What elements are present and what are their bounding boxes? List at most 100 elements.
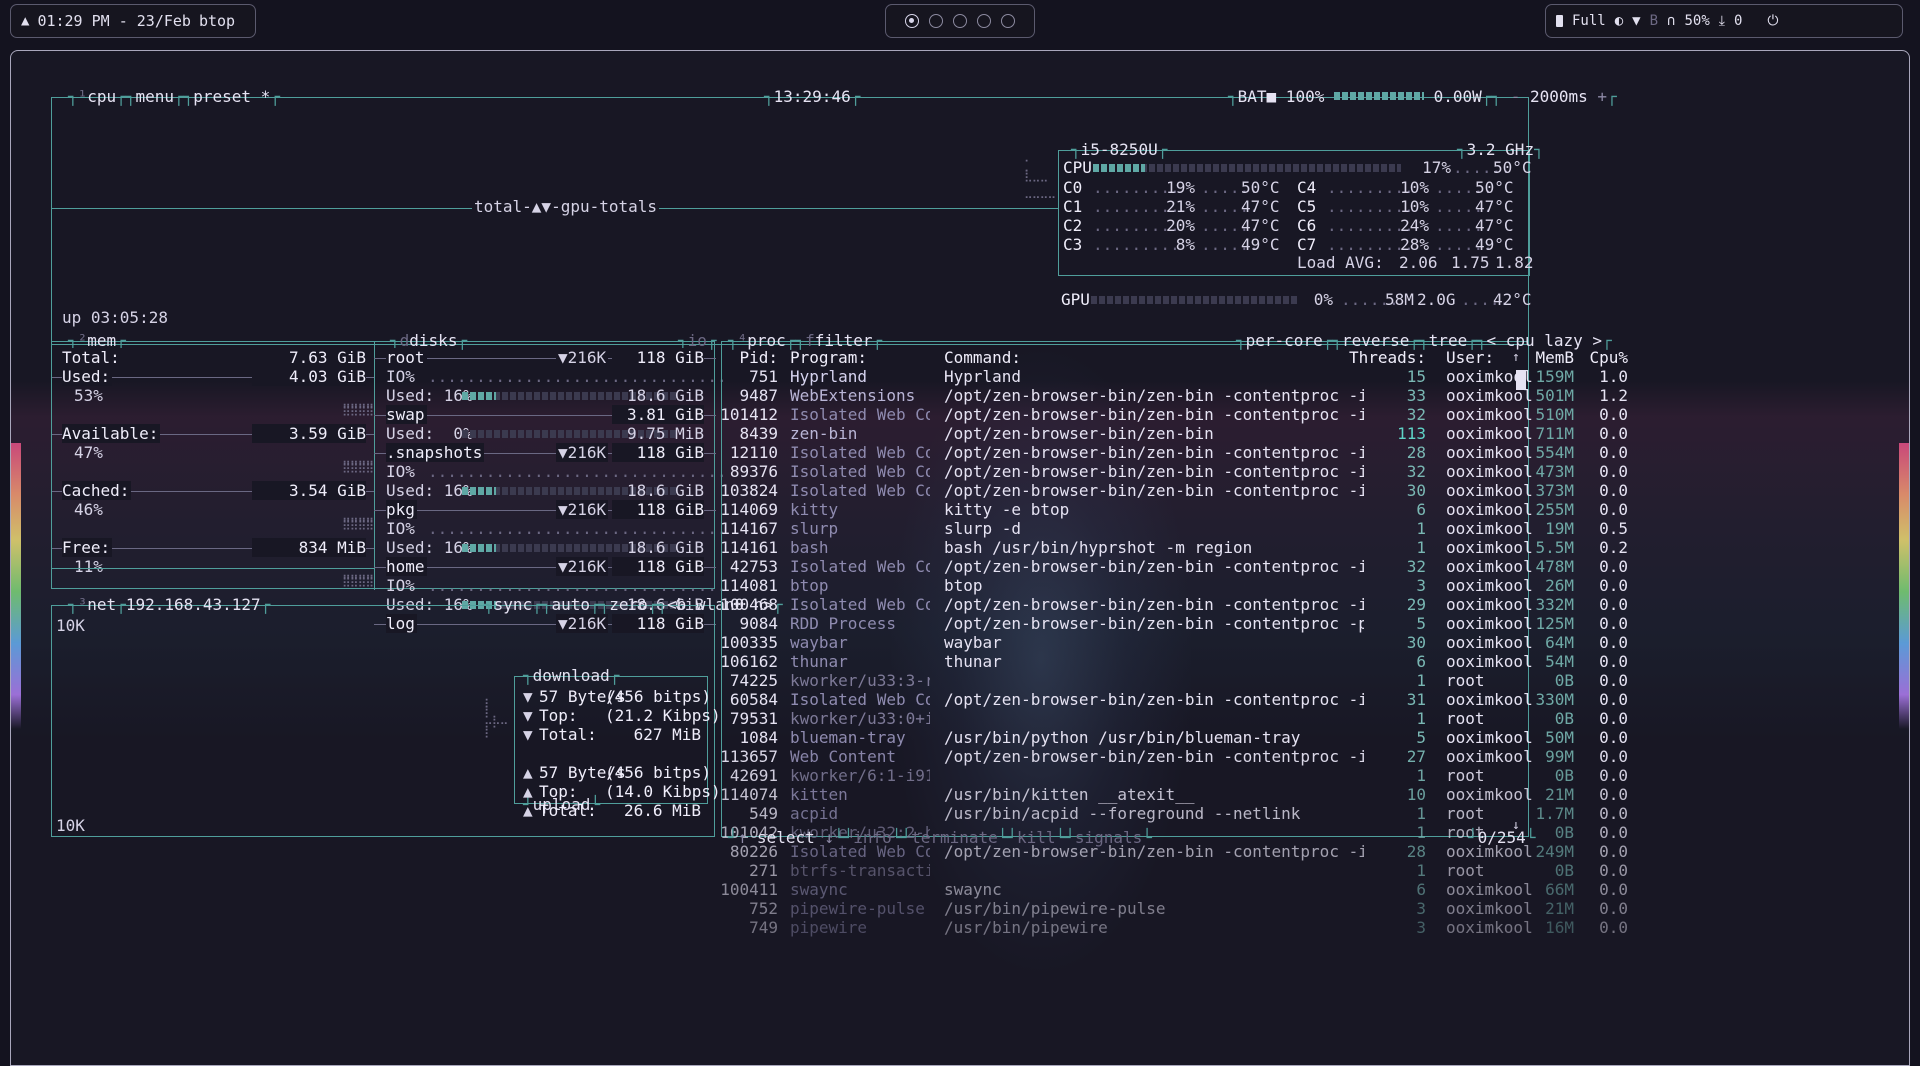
proc-row[interactable]: 12110 Isolated Web Co/opt/zen-browser-bin… bbox=[722, 443, 1628, 462]
scroll-up-icon[interactable]: ↑ bbox=[1512, 350, 1520, 365]
proc-row[interactable]: 103824 Isolated Web Co/opt/zen-browser-bi… bbox=[720, 481, 1628, 500]
disk-name[interactable]: home bbox=[386, 557, 427, 576]
gpu-mem-total: 2.0G bbox=[1417, 290, 1456, 309]
proc-cell: 159M bbox=[1535, 367, 1574, 386]
uptime: up 03:05:28 bbox=[62, 308, 168, 327]
brightness-icon[interactable]: ◐ bbox=[1615, 13, 1623, 29]
net-opt-zero[interactable]: zero bbox=[609, 595, 648, 614]
disk-speed: ▼216K bbox=[556, 500, 609, 519]
proc-cell: ooximkool bbox=[1446, 785, 1533, 804]
workspace-5[interactable] bbox=[1001, 14, 1015, 28]
proc-row[interactable]: 752 pipewire-pulse/usr/bin/pipewire-pulse… bbox=[722, 899, 1628, 918]
workspace-4[interactable] bbox=[977, 14, 991, 28]
proc-row[interactable]: 100468 Isolated Web Co/opt/zen-browser-bi… bbox=[720, 595, 1628, 614]
proc-signals[interactable]: signals bbox=[1075, 828, 1142, 847]
proc-cell: waybar bbox=[790, 633, 848, 652]
proc-row[interactable]: 114074 kitten/usr/bin/kitten __atexit__ 10… bbox=[720, 785, 1628, 804]
proc-cell: 54M bbox=[1545, 652, 1574, 671]
arch-logo-icon[interactable]: ▲ bbox=[21, 13, 29, 29]
core-pct: 28% bbox=[1400, 235, 1429, 254]
proc-col-header[interactable]: Command: bbox=[944, 348, 1364, 367]
proc-kill[interactable]: kill bbox=[1017, 828, 1056, 847]
proc-row[interactable]: 106162 thunar thunar 6 ooximkool 54M 0.0 bbox=[720, 652, 1628, 671]
tab-menu[interactable]: menu bbox=[135, 87, 174, 106]
disk-name[interactable]: root bbox=[386, 348, 427, 367]
proc-select[interactable]: select bbox=[757, 828, 815, 847]
proc-row[interactable]: 42753 Isolated Web Co/opt/zen-browser-bin… bbox=[722, 557, 1628, 576]
proc-row[interactable]: 271 btrfs-transactio 1 root 0B 0.0 bbox=[722, 861, 1628, 880]
core-label: C7 bbox=[1297, 235, 1317, 254]
wallpaper-rainbow-right bbox=[1899, 443, 1909, 729]
proc-cell: 0B bbox=[1554, 671, 1574, 690]
net-stat-value: (14.0 Kibps) bbox=[605, 782, 721, 801]
volume-text[interactable]: 50% bbox=[1684, 13, 1709, 29]
bluetooth-icon[interactable]: B bbox=[1650, 13, 1658, 29]
net-stat-value: (21.2 Kibps) bbox=[605, 706, 721, 725]
proc-cell: 10 bbox=[1406, 785, 1426, 804]
power-icon[interactable]: ⏻ bbox=[1767, 13, 1778, 29]
workspace-switcher bbox=[885, 4, 1035, 38]
tab-cpu[interactable]: cpu bbox=[87, 87, 116, 106]
net-title[interactable]: net bbox=[87, 595, 116, 614]
disk-name[interactable]: .snapshots bbox=[386, 443, 485, 462]
proc-cell: root bbox=[1446, 709, 1485, 728]
wifi-icon[interactable]: ▼ bbox=[1632, 13, 1640, 29]
proc-row[interactable]: 751 Hyprland Hyprland 15 ooximkool 159M 1.0 bbox=[722, 367, 1628, 386]
proc-cell: root bbox=[1446, 671, 1485, 690]
proc-row[interactable]: 114081 btop btop 3 ooximkool 26M 0.0 bbox=[720, 576, 1628, 595]
proc-col-header[interactable]: User: bbox=[1446, 348, 1536, 367]
proc-cell: 549 bbox=[749, 804, 778, 823]
proc-row[interactable]: 100411 swaync swaync 6 ooximkool 66M 0.0 bbox=[720, 880, 1628, 899]
proc-terminate[interactable]: terminate bbox=[911, 828, 998, 847]
proc-col-header[interactable]: Cpu% bbox=[1580, 348, 1628, 367]
proc-cell: 0.0 bbox=[1599, 747, 1628, 766]
update-interval[interactable]: 2000ms bbox=[1530, 87, 1588, 106]
proc-row[interactable]: 9487 WebExtensions/opt/zen-browser-bin/ze… bbox=[722, 386, 1628, 405]
proc-row[interactable]: 8439 zen-bin/opt/zen-browser-bin/zen-bin 1… bbox=[722, 424, 1628, 443]
proc-info[interactable]: info bbox=[853, 828, 892, 847]
proc-cell: swaync bbox=[790, 880, 848, 899]
net-stat-value: 26.6 MiB bbox=[623, 801, 701, 820]
proc-cell: 1 bbox=[1416, 671, 1426, 690]
proc-row[interactable]: 60584 Isolated Web Co/opt/zen-browser-bin… bbox=[722, 690, 1628, 709]
proc-col-header[interactable]: Pid: bbox=[718, 348, 778, 367]
disk-speed: ▼216K bbox=[556, 443, 609, 462]
headphones-icon[interactable]: ∩ bbox=[1667, 13, 1675, 29]
proc-row[interactable]: 89376 Isolated Web Co/opt/zen-browser-bin… bbox=[722, 462, 1628, 481]
net-opt-auto[interactable]: auto bbox=[551, 595, 590, 614]
proc-row[interactable]: 749 pipewire/usr/bin/pipewire 3 ooximkool 16… bbox=[722, 918, 1628, 937]
proc-row[interactable]: 114069 kitty kitty -e btop 6 ooximkool 255M 0.… bbox=[720, 500, 1628, 519]
proc-row[interactable]: 549 acpid/usr/bin/acpid --foreground --ne… bbox=[722, 804, 1628, 823]
proc-row[interactable]: 113657 Web Content/opt/zen-browser-bin/ze… bbox=[720, 747, 1628, 766]
proc-row[interactable]: 42691 kworker/6:1-i915 1 root 0B 0.0 bbox=[722, 766, 1628, 785]
power-profile[interactable]: Full bbox=[1572, 13, 1606, 29]
proc-row[interactable]: 1084 blueman-tray/usr/bin/python /usr/bin… bbox=[722, 728, 1628, 747]
tab-preset[interactable]: preset * bbox=[193, 87, 270, 106]
proc-row[interactable]: 100335 waybar waybar 30 ooximkool 64M 0.0 bbox=[720, 633, 1628, 652]
proc-row[interactable]: 101412 Isolated Web Co/opt/zen-browser-bi… bbox=[720, 405, 1628, 424]
proc-row[interactable]: 114167 slurp slurp -d 1 ooximkool 19M 0.5 bbox=[720, 519, 1628, 538]
proc-col-header[interactable]: Threads: bbox=[1340, 348, 1426, 367]
workspace-3[interactable] bbox=[953, 14, 967, 28]
download-icon[interactable]: ⤓ bbox=[1719, 13, 1725, 29]
proc-cell: bash /usr/bin/hyprshot -m region bbox=[944, 538, 1253, 557]
proc-scrollbar[interactable] bbox=[1516, 370, 1526, 390]
disk-used-label: Used: 16% bbox=[386, 538, 473, 557]
proc-row[interactable]: 9084 RDD Process/opt/zen-browser-bin/zen-… bbox=[722, 614, 1628, 633]
workspace-2[interactable] bbox=[929, 14, 943, 28]
proc-row[interactable]: 74225 kworker/u33:3-rb 1 root 0B 0.0 bbox=[722, 671, 1628, 690]
proc-cell: /opt/zen-browser-bin/zen-bin -contentpro… bbox=[944, 690, 1364, 709]
proc-col-header[interactable]: Program: bbox=[790, 348, 930, 367]
proc-col-header[interactable]: MemB bbox=[1524, 348, 1574, 367]
disk-name[interactable]: pkg bbox=[386, 500, 417, 519]
proc-row[interactable]: 79531 kworker/u33:0+i9 1 root 0B 0.0 bbox=[722, 709, 1628, 728]
workspace-1[interactable] bbox=[905, 14, 919, 28]
core-label: C1 bbox=[1063, 197, 1083, 216]
mem-label: Free: bbox=[62, 538, 113, 557]
net-opt-sync[interactable]: sync bbox=[494, 595, 533, 614]
proc-row[interactable]: 114161 bash bash /usr/bin/hyprshot -m regi… bbox=[720, 538, 1628, 557]
downloads-count[interactable]: 0 bbox=[1734, 13, 1742, 29]
disk-name[interactable]: swap bbox=[386, 405, 427, 424]
mem-pct: 47% bbox=[74, 443, 103, 462]
proc-cell: ooximkool bbox=[1446, 500, 1533, 519]
